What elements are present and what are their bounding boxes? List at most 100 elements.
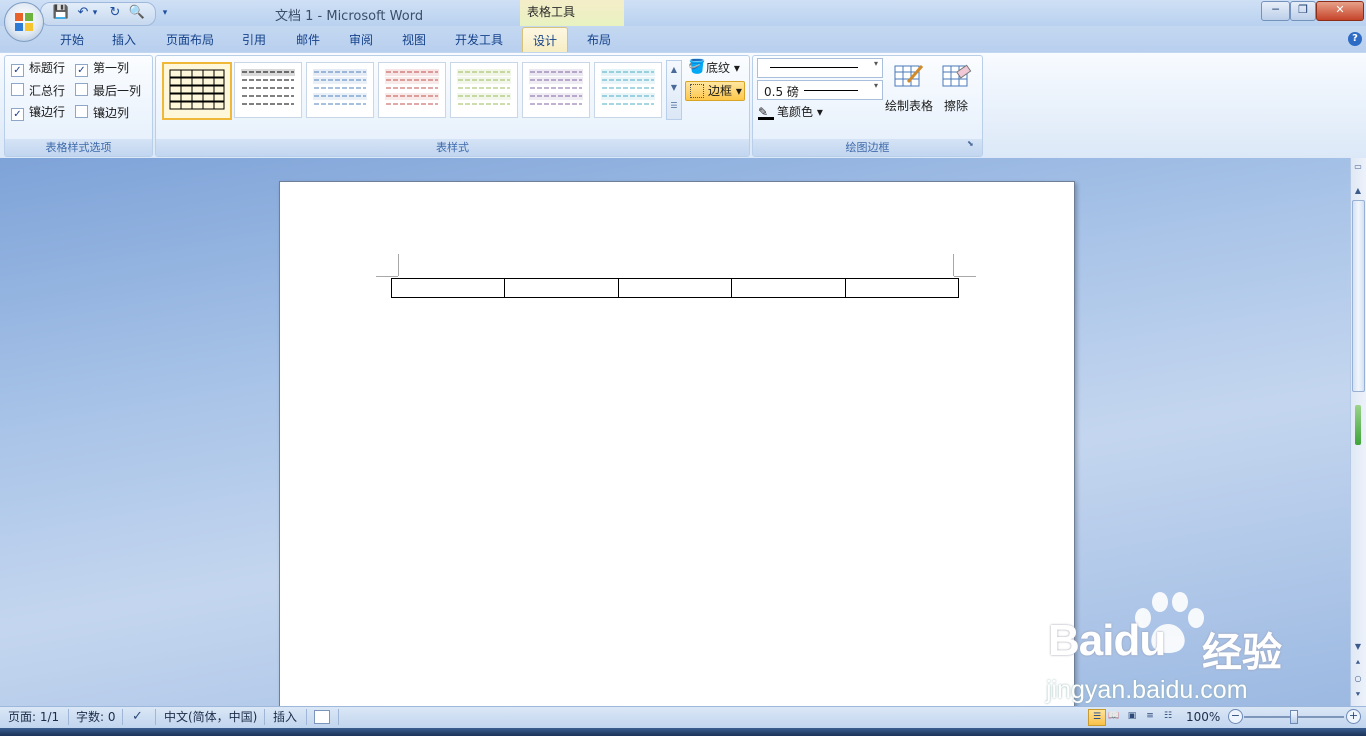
undo-dropdown-icon[interactable]: ▾ [90,4,100,22]
window-title: 文档 1 - Microsoft Word [275,9,424,24]
full-screen-reading-icon[interactable]: 📖 [1106,709,1122,724]
tab-insert[interactable]: 插入 [106,30,142,50]
minimize-button[interactable]: ─ [1261,1,1290,21]
checkbox-box[interactable] [75,105,88,118]
redo-icon[interactable]: ↻ [106,4,124,22]
table-cell[interactable] [505,279,619,297]
scroll-position-indicator [1355,405,1361,445]
scroll-thumb[interactable] [1352,200,1365,392]
document-table[interactable] [391,278,959,298]
tab-design[interactable]: 设计 [522,27,568,53]
web-layout-icon[interactable]: ▣ [1124,709,1140,724]
title-bar [0,0,1366,26]
table-style-swatch[interactable] [594,62,662,118]
tab-developer[interactable]: 开发工具 [448,30,510,50]
macro-record-icon[interactable] [314,710,330,724]
table-style-swatch[interactable] [450,62,518,118]
tab-review[interactable]: 审阅 [343,30,379,50]
zoom-slider-thumb[interactable] [1290,710,1298,724]
watermark-jingyan: 经验 [1202,631,1282,675]
zoom-out-button[interactable]: − [1228,709,1243,724]
table-style-preview-icon [169,69,225,110]
scroll-down-icon[interactable]: ▼ [1351,640,1365,654]
previous-page-icon[interactable]: ⯅ [1351,656,1365,670]
checkbox-label: 镶边行 [29,105,66,119]
customize-qat-icon[interactable]: ▾ [160,4,170,22]
table-cell[interactable] [619,279,733,297]
pen-style-dropdown[interactable]: ▾ [757,58,883,78]
checkbox-box[interactable] [75,83,88,96]
last-column-checkbox[interactable]: 最后一列 [75,83,141,98]
pen-weight-dropdown[interactable]: 0.5 磅 ▾ [757,80,883,100]
eraser-button[interactable]: 擦除 [940,60,974,115]
table-cell[interactable] [392,279,506,297]
checkbox-box[interactable]: ✓ [11,108,24,121]
checkbox-box[interactable]: ✓ [11,64,24,77]
pen-color-label: 笔颜色 [777,105,814,119]
status-separator [338,709,339,725]
total-row-checkbox[interactable]: 汇总行 [11,83,66,98]
tab-view[interactable]: 视图 [396,30,432,50]
print-layout-icon[interactable]: ☰ [1088,709,1106,726]
status-separator [155,709,156,725]
banded-columns-checkbox[interactable]: 镶边列 [75,105,129,120]
print-preview-icon[interactable]: 🔍 [128,4,146,22]
dialog-launcher-icon[interactable]: ⬊ [967,139,974,148]
restore-button[interactable]: ❐ [1290,1,1316,21]
next-page-icon[interactable]: ⯆ [1351,688,1365,702]
table-style-swatch[interactable] [378,62,446,118]
gallery-scroll[interactable]: ▲ ▼ ☰ [666,60,682,120]
watermark-brand: Baidu [1048,616,1166,665]
view-buttons: ☰ 📖 ▣ ≡ ☷ [1086,709,1176,726]
scroll-up-icon[interactable]: ▲ [1351,184,1365,198]
draw-table-button[interactable]: 绘制表格 [885,60,935,115]
banded-rows-checkbox[interactable]: ✓ 镶边行 [11,105,66,121]
shading-button[interactable]: 底纹 ▾ [706,59,740,77]
save-icon[interactable]: 💾 [52,4,70,22]
ruler-toggle-icon[interactable]: ▭ [1351,160,1365,174]
office-button[interactable] [4,2,44,42]
crop-mark [398,254,399,276]
word-count[interactable]: 字数: 0 [76,710,116,724]
eraser-icon [942,64,972,87]
header-row-checkbox[interactable]: ✓ 标题行 [11,61,66,77]
tab-mailings[interactable]: 邮件 [290,30,326,50]
table-style-swatch[interactable] [306,62,374,118]
draw-table-icon [894,65,924,87]
tab-home[interactable]: 开始 [54,30,90,50]
checkbox-box[interactable] [11,83,24,96]
zoom-in-button[interactable]: + [1346,709,1361,724]
page-count[interactable]: 页面: 1/1 [8,710,59,724]
checkbox-label: 汇总行 [29,84,66,98]
select-browse-object-icon[interactable]: ○ [1351,672,1365,686]
help-icon[interactable]: ? [1348,32,1362,46]
first-column-checkbox[interactable]: ✓ 第一列 [75,61,129,77]
status-separator [122,709,123,725]
close-button[interactable]: ✕ [1316,1,1364,21]
crop-mark [953,254,954,276]
draft-icon[interactable]: ☷ [1160,709,1176,724]
table-style-swatch[interactable] [234,62,302,118]
table-style-swatch[interactable] [522,62,590,118]
tab-layout[interactable]: 布局 [581,30,617,50]
chevron-down-icon: ▾ [873,59,878,68]
table-style-preview-icon [241,69,295,105]
table-cell[interactable] [732,279,846,297]
zoom-level[interactable]: 100% [1186,710,1220,724]
insert-mode[interactable]: 插入 [273,710,297,724]
table-style-preview-icon [385,69,439,105]
pen-color-button[interactable]: ✎ 笔颜色 ▾ [758,103,823,121]
table-cell[interactable] [846,279,958,297]
eraser-label: 擦除 [944,99,969,113]
tab-page-layout[interactable]: 页面布局 [160,30,220,50]
tab-references[interactable]: 引用 [236,30,272,50]
table-style-swatch[interactable] [162,62,232,120]
language-indicator[interactable]: 中文(简体，中国) [164,710,257,724]
checkbox-box[interactable]: ✓ [75,64,88,77]
status-separator [264,709,265,725]
borders-button[interactable]: 边框 ▾ [685,81,745,101]
proofing-icon[interactable]: ✓ [132,710,143,724]
checkbox-label: 标题行 [29,61,66,75]
outline-icon[interactable]: ≡ [1142,709,1158,724]
shading-icon[interactable]: 🪣 [688,59,705,75]
